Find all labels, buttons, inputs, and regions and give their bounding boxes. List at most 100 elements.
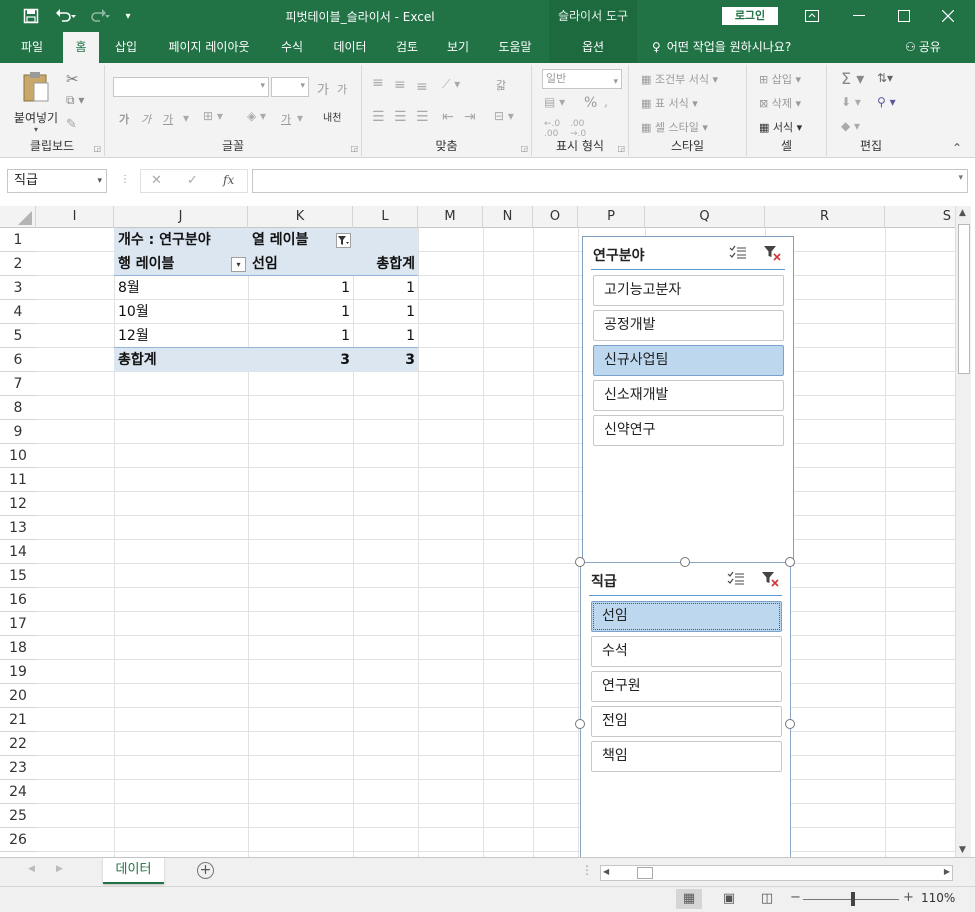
column-header[interactable]: M	[418, 206, 483, 228]
row-header[interactable]: 18	[0, 636, 36, 660]
increase-font-button[interactable]: 가	[317, 79, 329, 98]
clear-filter-icon[interactable]	[763, 245, 781, 264]
pivot-grand-total-value[interactable]: 3	[248, 348, 350, 372]
align-right-icon[interactable]: ☰	[416, 109, 429, 125]
pivot-grand-total-header[interactable]: 총합계	[353, 252, 415, 276]
tab-help[interactable]: 도움말	[490, 32, 540, 63]
percent-button[interactable]: %	[584, 95, 597, 111]
border-icon[interactable]: ⊞ ▾	[203, 109, 223, 123]
row-header[interactable]: 1	[0, 228, 36, 252]
zoom-slider-thumb[interactable]	[851, 892, 855, 906]
fill-icon[interactable]: ⬇ ▾	[841, 95, 861, 109]
clear-icon[interactable]: ◆ ▾	[841, 119, 860, 133]
row-filter-dropdown-icon[interactable]: ▾	[231, 257, 246, 272]
pivot-row-label[interactable]: 10월	[118, 300, 149, 324]
sort-filter-icon[interactable]: ⇅▾	[877, 71, 893, 85]
paste-button[interactable]: 붙여넣기 ▾	[8, 71, 64, 137]
row-header[interactable]: 2	[0, 252, 36, 276]
multi-select-icon[interactable]	[729, 245, 747, 262]
row-header[interactable]: 13	[0, 516, 36, 540]
close-icon[interactable]	[934, 4, 962, 28]
pivot-row-label[interactable]: 8월	[118, 276, 140, 300]
row-header[interactable]: 22	[0, 732, 36, 756]
decrease-indent-icon[interactable]: ⇤	[442, 109, 454, 125]
slicer-item[interactable]: 고기능고분자	[593, 275, 784, 306]
comma-icon[interactable]: ,	[604, 95, 608, 109]
save-icon[interactable]	[20, 6, 42, 26]
column-filter-icon[interactable]	[336, 233, 351, 248]
pivot-row-total[interactable]: 1	[353, 300, 415, 324]
dialog-launcher-icon[interactable]: ◲	[520, 144, 528, 153]
row-header[interactable]: 4	[0, 300, 36, 324]
column-header[interactable]: N	[483, 206, 533, 228]
number-format-dropdown[interactable]: 일반 ▾	[542, 69, 622, 89]
column-header[interactable]: P	[578, 206, 645, 228]
row-header[interactable]: 17	[0, 612, 36, 636]
more-icon[interactable]: ⋮	[120, 174, 130, 185]
horizontal-scroll-thumb[interactable]	[637, 867, 653, 879]
font-color-button[interactable]: 가	[281, 111, 291, 127]
underline-dropdown-icon[interactable]: ▾	[183, 111, 189, 125]
vertical-scroll-thumb[interactable]	[958, 224, 970, 374]
row-header[interactable]: 21	[0, 708, 36, 732]
insert-cells-button[interactable]: ⊞ 삽입 ▾	[759, 71, 801, 87]
pivot-column-item[interactable]: 선임	[252, 252, 278, 276]
pivot-row-label[interactable]: 12월	[118, 324, 149, 348]
cut-icon[interactable]: ✂	[66, 70, 79, 88]
font-name-dropdown[interactable]: ▾	[113, 77, 269, 97]
row-header[interactable]: 6	[0, 348, 36, 372]
name-box[interactable]: 직급 ▾	[7, 169, 107, 193]
font-size-dropdown[interactable]: ▾	[271, 77, 309, 97]
row-header[interactable]: 10	[0, 444, 36, 468]
dialog-launcher-icon[interactable]: ◲	[93, 144, 101, 153]
collapse-ribbon-icon[interactable]: ⌃	[952, 141, 962, 155]
slicer-item[interactable]: 신약연구	[593, 415, 784, 446]
slicer-item[interactable]: 공정개발	[593, 310, 784, 341]
currency-icon[interactable]: ▤ ▾	[544, 95, 565, 109]
pivot-row-total[interactable]: 1	[353, 276, 415, 300]
tab-split-handle-icon[interactable]: ⋮	[581, 863, 593, 877]
column-header[interactable]: O	[533, 206, 578, 228]
minimize-icon[interactable]	[845, 4, 873, 28]
pivot-values-header[interactable]: 개수 : 연구분야	[118, 228, 211, 252]
align-bottom-icon[interactable]: ≡	[416, 79, 428, 95]
align-left-icon[interactable]: ☰	[372, 109, 385, 125]
login-button[interactable]: 로그인	[722, 7, 778, 25]
orientation-icon[interactable]: ⟋ ▾	[442, 77, 460, 92]
row-header[interactable]: 24	[0, 780, 36, 804]
conditional-formatting-button[interactable]: ▦ 조건부 서식 ▾	[641, 71, 718, 87]
ribbon-display-options-icon[interactable]	[798, 4, 826, 28]
row-header[interactable]: 23	[0, 756, 36, 780]
undo-icon[interactable]	[52, 6, 80, 26]
slicer-item[interactable]: 신소재개발	[593, 380, 784, 411]
find-select-icon[interactable]: ⚲ ▾	[877, 95, 896, 109]
slicer-item[interactable]: 수석	[591, 636, 782, 667]
row-header[interactable]: 8	[0, 396, 36, 420]
format-cells-button[interactable]: ▦ 서식 ▾	[759, 119, 802, 135]
increase-indent-icon[interactable]: ⇥	[464, 109, 476, 125]
redo-icon[interactable]	[86, 6, 114, 26]
copy-icon[interactable]: ⧉ ▾	[66, 93, 84, 108]
delete-cells-button[interactable]: ⊠ 삭제 ▾	[759, 95, 801, 111]
format-painter-icon[interactable]: ✎	[66, 117, 77, 132]
slicer-research-field[interactable]: 연구분야 고기능고분자 공정개발 신규사업팀 신소재개발 신약연구	[582, 236, 794, 566]
select-all-corner[interactable]	[0, 206, 36, 228]
slicer-item-selected[interactable]: 선임	[591, 601, 782, 632]
slicer-item[interactable]: 전임	[591, 706, 782, 737]
zoom-in-icon[interactable]: +	[903, 890, 914, 905]
clear-filter-icon[interactable]	[761, 571, 779, 590]
row-header[interactable]: 3	[0, 276, 36, 300]
fill-color-icon[interactable]: ◈ ▾	[247, 109, 266, 123]
dialog-launcher-icon[interactable]: ◲	[617, 144, 625, 153]
align-top-icon[interactable]: ≡	[372, 75, 384, 91]
column-header[interactable]: I	[36, 206, 114, 228]
scroll-up-icon[interactable]: ▲	[959, 208, 966, 218]
resize-handle[interactable]	[575, 719, 585, 729]
column-header[interactable]: Q	[645, 206, 765, 228]
tell-me-search[interactable]: ♀ 어떤 작업을 원하시나요?	[652, 32, 791, 63]
tab-home[interactable]: 홈	[63, 32, 99, 64]
tab-data[interactable]: 데이터	[326, 32, 374, 63]
pivot-cell-value[interactable]: 1	[248, 276, 350, 300]
dialog-launcher-icon[interactable]: ◲	[350, 144, 358, 153]
insert-function-button[interactable]: fx	[223, 173, 234, 187]
